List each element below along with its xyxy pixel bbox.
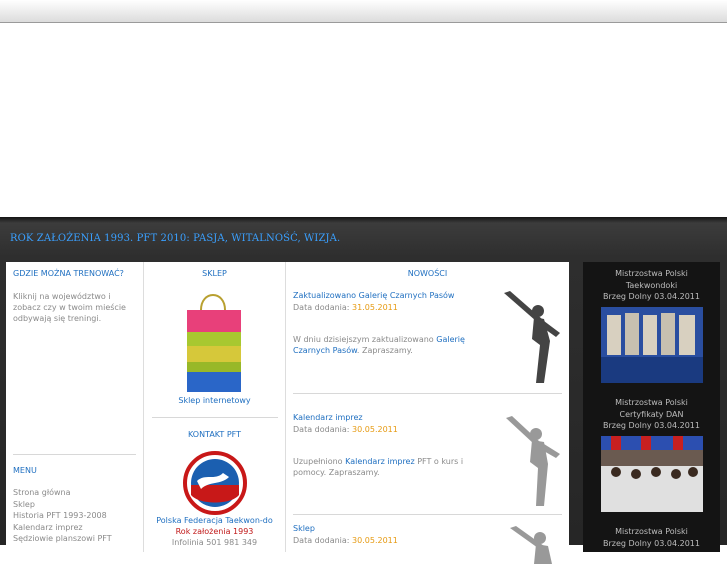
calendar-link[interactable]: Kalendarz imprez [345, 457, 415, 466]
news-date-1: Data dodania: 31.05.2011 [293, 303, 398, 312]
event-title: Mistrzostwa Polski [615, 527, 688, 536]
fighter-silhouette-image [506, 416, 560, 506]
event-title: Mistrzostwa Polski Taekwondoki [615, 269, 688, 290]
menu-item-history[interactable]: Historia PFT 1993-2008 [13, 510, 112, 522]
event-photo[interactable] [600, 435, 703, 512]
shopping-bag-icon[interactable] [183, 290, 245, 394]
content-panel: GDZIE MOŻNA TRENOWAĆ? Kliknij na wojewód… [6, 262, 569, 564]
org-name: Polska Federacja Taekwon-do [156, 516, 273, 525]
train-heading: GDZIE MOŻNA TRENOWAĆ? [13, 269, 124, 278]
shop-link[interactable]: Sklep internetowy [144, 396, 285, 405]
train-text: Kliknij na województwo i zobacz czy w tw… [13, 292, 126, 323]
event-3[interactable]: Mistrzostwa Polski Brzeg Dolny 03.04.201… [583, 526, 720, 549]
news-title-1[interactable]: Zaktualizowano Galerię Czarnych Pasów [293, 291, 454, 300]
divider [13, 454, 136, 455]
menu-item-referees[interactable]: Sędziowie planszowi PFT [13, 533, 112, 545]
fighter-silhouette-image [504, 291, 560, 383]
divider [293, 514, 562, 515]
shop-heading: SKLEP [202, 269, 227, 278]
fighter-silhouette-image [510, 526, 552, 564]
event-place-date: Brzeg Dolny 03.04.2011 [603, 421, 700, 430]
news-body-2: Uzupełniono Kalendarz imprez PFT o kurs … [293, 457, 464, 477]
divider [293, 393, 562, 394]
founded-text: Rok założenia 1993 [175, 527, 254, 536]
menu-item-calendar[interactable]: Kalendarz imprez [13, 522, 112, 534]
hotline-text: Infolinia 501 981 349 [171, 538, 258, 547]
column-shop: SKLEP Sklep internetowy KONTAKT PFT Pols… [144, 262, 286, 552]
column-training: GDZIE MOŻNA TRENOWAĆ? Kliknij na wojewód… [6, 262, 144, 552]
event-2[interactable]: Mistrzostwa Polski Certyfikaty DAN Brzeg… [583, 397, 720, 512]
top-bar [0, 0, 727, 23]
events-sidebar: Mistrzostwa Polski Taekwondoki Brzeg Dol… [583, 262, 720, 552]
news-date-2: Data dodania: 30.05.2011 [293, 425, 398, 434]
menu-list: Strona główna Sklep Historia PFT 1993-20… [13, 487, 112, 545]
event-1[interactable]: Mistrzostwa Polski Taekwondoki Brzeg Dol… [583, 268, 720, 383]
event-title: Mistrzostwa Polski Certyfikaty DAN [615, 398, 688, 419]
event-place-date: Brzeg Dolny 03.04.2011 [603, 538, 700, 548]
divider [152, 417, 278, 418]
event-place-date: Brzeg Dolny 03.04.2011 [603, 292, 700, 301]
contact-heading: KONTAKT PFT [187, 430, 242, 439]
event-photo[interactable] [600, 306, 703, 383]
menu-heading: MENU [13, 466, 37, 475]
news-title-2[interactable]: Kalendarz imprez [293, 413, 363, 422]
news-date-3: Data dodania: 30.05.2011 [293, 536, 398, 545]
news-body-1: W dniu dzisiejszym zaktualizowano Galeri… [293, 335, 465, 355]
column-news: NOWOŚCI Zaktualizowano Galerię Czarnych … [286, 262, 569, 564]
slogan: ROK ZAŁOŻENIA 1993. PFT 2010: PASJA, WIT… [10, 233, 341, 244]
federation-logo [183, 451, 247, 515]
news-heading: NOWOŚCI [407, 269, 448, 278]
news-title-3[interactable]: Sklep [293, 524, 315, 533]
menu-item-home[interactable]: Strona główna [13, 487, 112, 499]
menu-item-shop[interactable]: Sklep [13, 499, 112, 511]
